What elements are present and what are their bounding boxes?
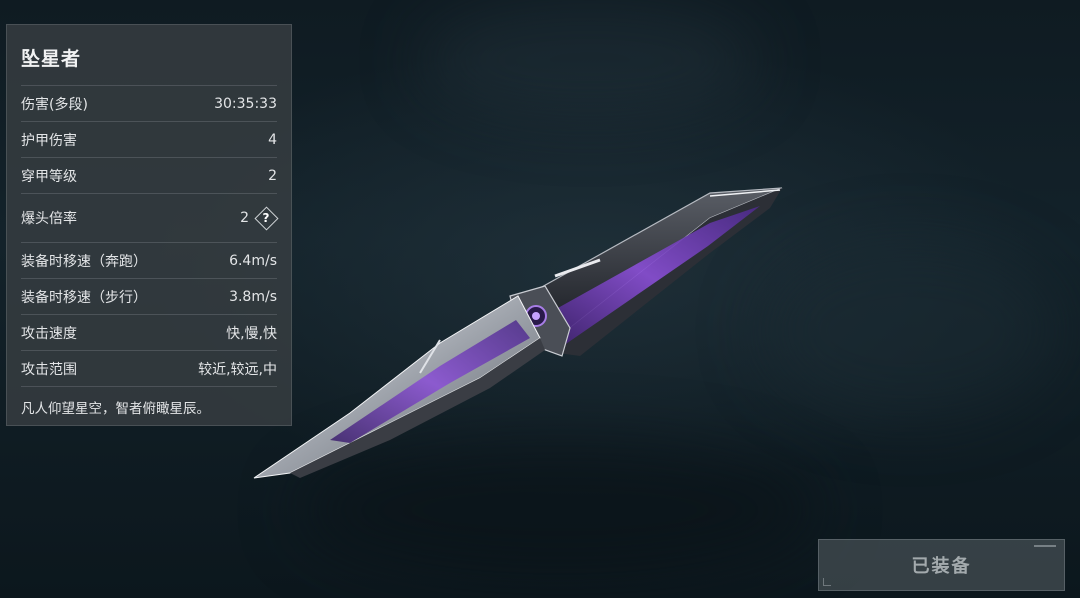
stat-label: 伤害(多段) (21, 96, 88, 113)
equipped-button[interactable]: 已装备 (818, 539, 1065, 591)
stat-row-headshot-multiplier: 爆头倍率 2 ? (21, 193, 277, 242)
weapon-description: 凡人仰望星空，智者俯瞰星辰。 (21, 386, 277, 417)
stat-row-penetration-level: 穿甲等级 2 (21, 157, 277, 193)
stat-label: 攻击速度 (21, 325, 77, 342)
stat-label: 爆头倍率 (21, 211, 77, 227)
stat-label: 装备时移速（步行） (21, 289, 147, 306)
stat-label: 护甲伤害 (21, 132, 77, 149)
weapon-blade (253, 295, 541, 479)
button-decoration (1034, 545, 1056, 547)
equipped-button-label: 已装备 (911, 556, 972, 577)
weapon-blade-core (330, 320, 530, 443)
stat-row-armor-damage: 护甲伤害 4 (21, 121, 277, 157)
stat-label: 穿甲等级 (21, 168, 77, 185)
weapon-name: 坠星者 (21, 48, 82, 70)
stat-value: 30:35:33 (214, 95, 277, 112)
stat-row-attack-range: 攻击范围 较近,较远,中 (21, 350, 277, 386)
stat-value: 4 (268, 131, 277, 148)
stat-row-run-speed: 装备时移速（奔跑） 6.4m/s (21, 242, 277, 278)
stat-label: 装备时移速（奔跑） (21, 253, 147, 270)
background-fog (760, 240, 1060, 420)
weapon-model-dagger[interactable] (240, 178, 800, 488)
background-fog (420, 0, 760, 120)
stat-row-attack-speed: 攻击速度 快,慢,快 (21, 314, 277, 350)
stat-row-walk-speed: 装备时移速（步行） 3.8m/s (21, 278, 277, 314)
button-decoration (823, 578, 831, 586)
stat-label: 攻击范围 (21, 361, 77, 378)
stat-row-damage: 伤害(多段) 30:35:33 (21, 85, 277, 121)
